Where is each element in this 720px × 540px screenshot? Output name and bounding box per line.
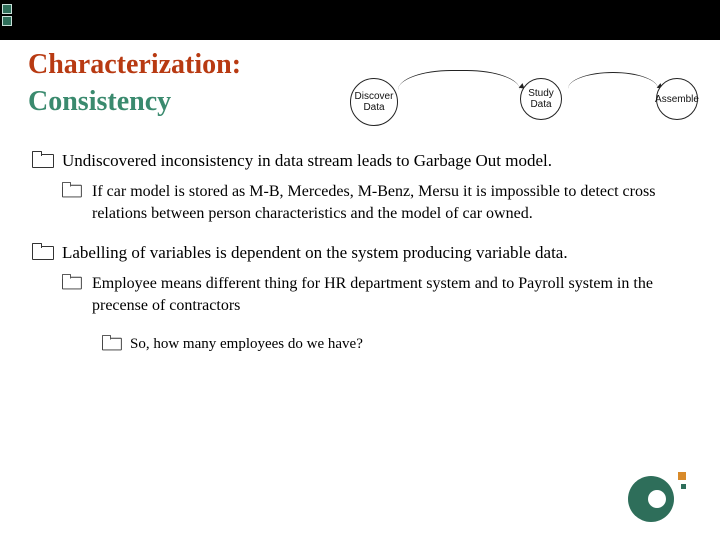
bullet-level-3: So, how many employees do we have?: [102, 334, 692, 354]
title-line-1: Characterization:: [28, 48, 241, 82]
flow-node-discover: Discover Data: [350, 78, 398, 126]
bullet-level-1: Undiscovered inconsistency in data strea…: [32, 150, 692, 173]
folder-bullet-icon: [102, 336, 120, 349]
bullet-text: If car model is stored as M-B, Mercedes,…: [92, 183, 655, 222]
bullet-level-1: Labelling of variables is dependent on t…: [32, 242, 692, 265]
flow-node-label: Study Data: [521, 88, 561, 110]
slide-title: Characterization: Consistency: [28, 48, 241, 121]
slide: Characterization: Consistency Discover D…: [0, 0, 720, 540]
flow-node-study: Study Data: [520, 78, 562, 120]
top-bar: [0, 0, 720, 40]
bullet-text: Labelling of variables is dependent on t…: [62, 243, 568, 262]
process-flow-diagram: Discover Data Study Data Assemble: [342, 68, 712, 140]
folder-bullet-icon: [32, 152, 52, 166]
window-control-icon: [2, 4, 16, 26]
slide-body: Undiscovered inconsistency in data strea…: [32, 150, 692, 355]
flow-node-assemble: Assemble: [656, 78, 698, 120]
folder-bullet-icon: [32, 244, 52, 258]
flow-arc: [398, 70, 520, 110]
bullet-level-2: If car model is stored as M-B, Mercedes,…: [62, 181, 692, 224]
bullet-text: Employee means different thing for HR de…: [92, 275, 653, 314]
bullet-text: So, how many employees do we have?: [130, 336, 363, 352]
folder-bullet-icon: [62, 275, 80, 288]
flow-node-label: Discover Data: [351, 91, 397, 113]
flow-arc: [568, 72, 658, 106]
brand-logo-icon: [628, 472, 686, 520]
title-line-2: Consistency: [28, 82, 241, 121]
flow-node-label: Assemble: [655, 94, 699, 105]
bullet-level-2: Employee means different thing for HR de…: [62, 273, 692, 316]
bullet-text: Undiscovered inconsistency in data strea…: [62, 151, 552, 170]
folder-bullet-icon: [62, 183, 80, 196]
